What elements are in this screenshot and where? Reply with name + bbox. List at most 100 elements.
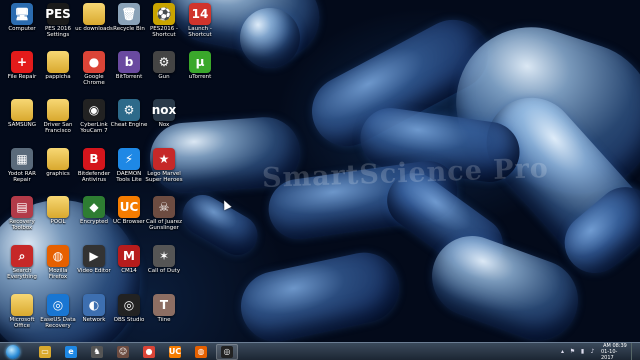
flag-icon[interactable]: ⚑ — [569, 348, 576, 355]
desktop-icon-label: SAMSUNG — [8, 122, 36, 128]
folder-icon — [11, 99, 33, 121]
lego-marvel-icon: ★ — [153, 148, 175, 170]
windows-orb-icon — [6, 344, 20, 359]
call-of-duty-icon: ✶ — [153, 245, 175, 267]
desktop-icon[interactable]: ▶ Video Editor — [76, 245, 112, 274]
desktop-icon-label: Driver San Francisco — [43, 122, 73, 134]
pes-game-icon: ⚽ — [153, 3, 175, 25]
network-icon[interactable]: ▮ — [579, 348, 586, 355]
desktop-icon[interactable]: ● Google Chrome — [76, 51, 112, 86]
encrypted-icon: ◆ — [83, 196, 105, 218]
desktop-icon-label: PES 2016 Settings — [44, 26, 72, 38]
desktop-icon[interactable]: uc downloads — [75, 3, 113, 32]
desktop-icon-label: OBS Studio — [113, 317, 145, 323]
system-tray: ▴ ⚑ ▮ ♪ AM 08:39 01-10-2017 — [559, 343, 640, 360]
desktop-icon[interactable]: µ uTorrent — [182, 51, 218, 80]
firefox-icon: ◍ — [47, 245, 69, 267]
gun-icon: ⚙ — [153, 51, 175, 73]
desktop-icon[interactable]: b BitTorrent — [111, 51, 147, 80]
taskbar-app-uc[interactable]: UC — [164, 344, 186, 360]
desktop-icon-label: Search Everything — [7, 268, 37, 280]
desktop-icon[interactable]: Microsoft Office — [4, 294, 40, 329]
desktop-icon-label: Google Chrome — [83, 74, 105, 86]
easeus-icon: ◎ — [47, 294, 69, 316]
show-hidden-icons-icon[interactable]: ▴ — [559, 348, 566, 355]
desktop-icon[interactable]: graphics — [40, 148, 76, 177]
utorrent-icon: µ — [189, 51, 211, 73]
desktop-icon-label: File Repair — [7, 74, 37, 80]
desktop-icon-label: Lego Marvel Super Heroes — [145, 171, 183, 183]
desktop-icon[interactable]: ▤ Recovery Toolbox — [4, 196, 40, 231]
desktop-icon[interactable]: ◐ Network — [76, 294, 112, 323]
desktop-icon[interactable]: 🖥 Computer — [4, 3, 40, 32]
desktop-icon[interactable]: PES PES 2016 Settings — [40, 3, 76, 38]
desktop-icon-label: POOL — [50, 219, 66, 225]
start-button[interactable] — [0, 343, 26, 360]
desktop-icon[interactable]: 14 Launch - Shortcut — [182, 3, 218, 38]
desktop-icon[interactable]: 🗑 Recycle Bin — [111, 3, 147, 32]
desktop-icon[interactable]: nox Nox — [146, 99, 182, 128]
game-icon: ♞ — [91, 345, 103, 358]
desktop-icon[interactable]: M CM14 — [111, 245, 147, 274]
desktop-icon-label: Microsoft Office — [9, 317, 35, 329]
desktop-icon[interactable]: SAMSUNG — [4, 99, 40, 128]
desktop-icon[interactable]: pappicha — [40, 51, 76, 80]
desktop-icon[interactable]: ▦ Yodot RAR Repair — [4, 148, 40, 183]
desktop-icon[interactable]: POOL — [40, 196, 76, 225]
taskbar-app-hero[interactable]: ☺ — [112, 344, 134, 360]
desktop-icon[interactable]: ◎ EaseUS Data Recovery — [40, 294, 76, 329]
clock[interactable]: AM 08:39 01-10-2017 — [601, 343, 629, 360]
desktop-icon-label: pappicha — [45, 74, 71, 80]
folder-icon — [47, 148, 69, 170]
network-icon: ◐ — [83, 294, 105, 316]
character-icon: ☺ — [117, 345, 129, 358]
desktop-icon[interactable]: ⌕ Search Everything — [4, 245, 40, 280]
desktop-icon[interactable]: B Bitdefender Antivirus — [76, 148, 112, 183]
desktop-icon[interactable]: T Tiine — [146, 294, 182, 323]
taskbar-app-obs[interactable]: ◎ — [216, 343, 238, 360]
desktop-icon-label: Gun — [158, 74, 170, 80]
file-repair-icon: + — [11, 51, 33, 73]
folder-icon — [47, 51, 69, 73]
desktop-icon[interactable]: ✶ Call of Duty — [146, 245, 182, 274]
taskbar-app-game[interactable]: ♞ — [86, 344, 108, 360]
desktop-icon-label: PES2016 - Shortcut — [149, 26, 178, 38]
clock-date: 01-10-2017 — [601, 348, 618, 360]
desktop-icon[interactable]: ⚡ DAEMON Tools Lite — [111, 148, 147, 183]
desktop-icon-grid: 🖥 Computer PES PES 2016 Settings uc download… — [0, 0, 212, 340]
desktop-icon-label: Call of Juarez Gunslinger — [146, 219, 182, 231]
desktop-icon[interactable]: ★ Lego Marvel Super Heroes — [145, 148, 183, 183]
volume-icon[interactable]: ♪ — [589, 348, 596, 355]
desktop-icon[interactable]: ◉ CyberLink YouCam 7 — [76, 99, 112, 134]
desktop-icon-label: Launch - Shortcut — [188, 26, 212, 38]
desktop-icon-label: Cheat Engine — [110, 122, 148, 128]
desktop-icon[interactable]: Driver San Francisco — [40, 99, 76, 134]
desktop-icon-label: Call of Duty — [147, 268, 181, 274]
desktop-icon[interactable]: + File Repair — [4, 51, 40, 80]
show-desktop-button[interactable] — [631, 343, 636, 360]
desktop-icon[interactable]: ◎ OBS Studio — [111, 294, 147, 323]
chrome-icon: ● — [143, 345, 155, 358]
taskbar-app-firefox[interactable]: ◍ — [190, 344, 212, 360]
folder-icon: ▭ — [39, 345, 51, 358]
desktop-icon[interactable]: ◆ Encrypted — [76, 196, 112, 225]
desktop-icon-label: UC Browser — [113, 219, 145, 225]
desktop-icon[interactable]: ☠ Call of Juarez Gunslinger — [146, 196, 182, 231]
taskbar-app-ie[interactable]: e — [60, 344, 82, 360]
taskbar-app-explorer[interactable]: ▭ — [34, 344, 56, 360]
search-everything-icon: ⌕ — [11, 245, 33, 267]
desktop-icon-label: Encrypted — [79, 219, 109, 225]
bacterium-shape — [240, 8, 300, 68]
desktop-icon[interactable]: ⚙ Cheat Engine — [111, 99, 147, 128]
taskbar-app-chrome[interactable]: ● — [138, 344, 160, 360]
taskbar-pinned-apps: ▭ e ♞ ☺ ● UC ◍ ◎ — [34, 343, 242, 360]
folder-icon — [47, 196, 69, 218]
desktop-icon[interactable]: ⚙ Gun — [146, 51, 182, 80]
bittorrent-icon: b — [118, 51, 140, 73]
recycle-bin-icon: 🗑 — [118, 3, 140, 25]
desktop-icon[interactable]: ⚽ PES2016 - Shortcut — [146, 3, 182, 38]
recovery-toolbox-icon: ▤ — [11, 196, 33, 218]
desktop-icon[interactable]: UC UC Browser — [111, 196, 147, 225]
desktop-icon-label: BitTorrent — [115, 74, 143, 80]
desktop-icon[interactable]: ◍ Mozilla Firefox — [40, 245, 76, 280]
